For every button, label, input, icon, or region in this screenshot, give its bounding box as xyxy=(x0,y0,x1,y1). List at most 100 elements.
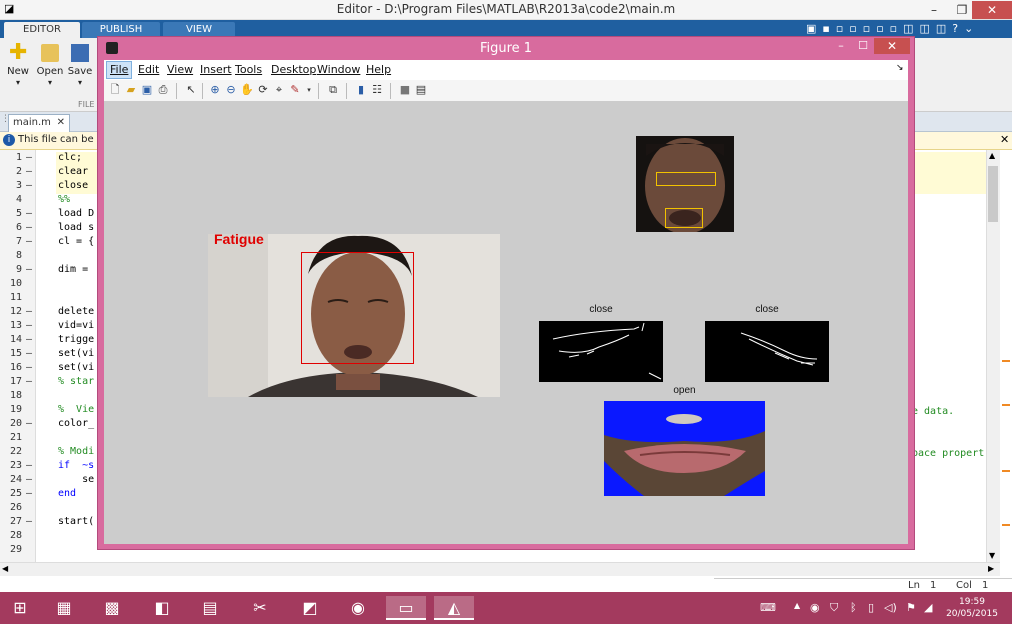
menu-window[interactable]: Window xyxy=(317,63,360,76)
close-button[interactable]: ✕ xyxy=(972,1,1012,19)
horizontal-scrollbar[interactable]: ◀ ▶ xyxy=(0,562,1000,576)
tab-close-icon[interactable]: ✕ xyxy=(57,115,65,131)
data-cursor-icon[interactable]: ⌖ xyxy=(272,83,286,97)
tab-editor[interactable]: EDITOR xyxy=(4,22,80,38)
breakpoint-marker[interactable]: – xyxy=(26,516,32,527)
code-line[interactable]: % Vie xyxy=(58,404,94,415)
code-line[interactable]: delete xyxy=(58,306,94,317)
code-line[interactable]: if ~s xyxy=(58,460,94,471)
print-icon[interactable]: ⎙ xyxy=(156,83,170,97)
code-line[interactable]: color_ xyxy=(58,418,94,429)
minimize-button[interactable]: – xyxy=(922,1,946,19)
dock-arrow-icon[interactable]: ↘ xyxy=(896,63,904,73)
show-plot-tools-icon[interactable]: ▤ xyxy=(414,83,428,97)
code-line[interactable]: load D xyxy=(58,208,94,219)
code-line[interactable]: vid=vi xyxy=(58,320,94,331)
keyboard-icon[interactable]: ⌨ xyxy=(760,601,776,614)
menu-edit[interactable]: Edit xyxy=(138,63,159,76)
breakpoint-marker[interactable]: – xyxy=(26,306,32,317)
code-line[interactable]: set(vi xyxy=(58,362,94,373)
breakpoint-marker[interactable]: – xyxy=(26,348,32,359)
hide-plot-tools-icon[interactable]: ■ xyxy=(398,83,412,97)
code-line[interactable]: start( xyxy=(58,516,94,527)
menu-view[interactable]: View xyxy=(167,63,193,76)
breakpoint-marker[interactable]: – xyxy=(26,460,32,471)
new-figure-icon[interactable]: 🗋 xyxy=(108,83,122,97)
brush-icon[interactable]: ✎ xyxy=(288,83,302,97)
colorbar-icon[interactable]: ▮ xyxy=(354,83,368,97)
code-line[interactable]: clc; xyxy=(58,152,82,163)
scroll-up-icon[interactable]: ▲ xyxy=(989,151,995,160)
breakpoint-marker[interactable]: – xyxy=(26,418,32,429)
notepad-icon[interactable]: ◩ xyxy=(290,596,330,620)
breakpoint-marker[interactable]: – xyxy=(26,208,32,219)
tray-expand-icon[interactable]: ▲ xyxy=(794,601,800,610)
save-figure-icon[interactable]: ▣ xyxy=(140,83,154,97)
battery-icon[interactable]: ▯ xyxy=(868,601,874,614)
code-line[interactable]: % star xyxy=(58,376,94,387)
menu-desktop[interactable]: Desktop xyxy=(271,63,316,76)
code-line[interactable]: trigge xyxy=(58,334,94,345)
breakpoint-marker[interactable]: – xyxy=(26,166,32,177)
code-line[interactable]: cl = { xyxy=(58,236,94,247)
bluetooth-icon[interactable]: ᛒ xyxy=(850,601,857,614)
lint-marker[interactable] xyxy=(1002,404,1010,406)
brush-dropdown-icon[interactable]: ▾ xyxy=(302,83,316,97)
vertical-scroll-thumb[interactable] xyxy=(988,166,998,222)
menu-insert[interactable]: Insert xyxy=(200,63,232,76)
code-line[interactable]: close xyxy=(58,180,88,191)
breakpoint-marker[interactable]: – xyxy=(26,264,32,275)
breakpoint-marker[interactable]: – xyxy=(26,320,32,331)
action-center-icon[interactable]: ⚑ xyxy=(906,601,916,614)
matlab-icon[interactable]: ◭ xyxy=(434,596,474,620)
sticky-notes-icon[interactable]: ◧ xyxy=(142,596,182,620)
breakpoint-marker[interactable]: – xyxy=(26,222,32,233)
open-file-icon[interactable]: ▰ xyxy=(124,83,138,97)
code-line[interactable]: load s xyxy=(58,222,94,233)
rotate-3d-icon[interactable]: ⟳ xyxy=(256,83,270,97)
pan-hand-icon[interactable]: ✋ xyxy=(240,83,254,97)
scroll-left-icon[interactable]: ◀ xyxy=(2,564,8,573)
tray-chrome-icon[interactable]: ◉ xyxy=(810,601,820,614)
menu-file[interactable]: File xyxy=(106,61,133,79)
code-line[interactable]: set(vi xyxy=(58,348,94,359)
menu-help[interactable]: Help xyxy=(366,63,391,76)
snipping-tool-icon[interactable]: ✂ xyxy=(240,596,280,620)
scroll-down-icon[interactable]: ▼ xyxy=(989,551,995,560)
lint-marker[interactable] xyxy=(1002,360,1010,362)
maximize-button[interactable]: ❐ xyxy=(950,1,974,19)
figure-close-button[interactable]: ✕ xyxy=(874,38,910,54)
chrome-icon[interactable]: ◉ xyxy=(338,596,378,620)
scroll-right-icon[interactable]: ▶ xyxy=(988,564,994,573)
code-line[interactable]: clear xyxy=(58,166,88,177)
link-plot-icon[interactable]: ⧉ xyxy=(326,83,340,97)
banner-close-icon[interactable]: ✕ xyxy=(1000,133,1009,146)
zoom-out-icon[interactable]: ⊖ xyxy=(224,83,238,97)
breakpoint-marker[interactable]: – xyxy=(26,180,32,191)
code-line[interactable]: end xyxy=(58,488,76,499)
legend-icon[interactable]: ☷ xyxy=(370,83,384,97)
breakpoint-marker[interactable]: – xyxy=(26,474,32,485)
tray-shield-icon[interactable]: ⛉ xyxy=(830,601,838,615)
open-button[interactable]: Open ▾ xyxy=(34,38,66,88)
quick-access-toolbar[interactable]: ▣▪▫▫▫▫▫◫◫◫?⌄ xyxy=(806,22,979,35)
breakpoint-marker[interactable]: – xyxy=(26,334,32,345)
code-line[interactable]: %% xyxy=(58,194,70,205)
network-signal-icon[interactable]: ◢ xyxy=(924,601,932,614)
clock[interactable]: 19:59 20/05/2015 xyxy=(940,596,1004,620)
figure-canvas[interactable]: Fatigue close close open xyxy=(104,102,908,544)
calculator-icon[interactable]: ▦ xyxy=(44,596,84,620)
save-button[interactable]: Save ▾ xyxy=(64,38,96,88)
explorer-computer-icon[interactable]: ▩ xyxy=(92,596,132,620)
breakpoint-marker[interactable]: – xyxy=(26,376,32,387)
image-viewer-icon[interactable]: ▤ xyxy=(190,596,230,620)
file-explorer-icon[interactable]: ▭ xyxy=(386,596,426,620)
code-line[interactable]: % Modi xyxy=(58,446,94,457)
document-tab-main[interactable]: main.m ✕ xyxy=(8,114,70,132)
start-windows-icon[interactable]: ⊞ xyxy=(0,596,40,620)
figure-maximize-button[interactable]: ☐ xyxy=(850,38,876,54)
breakpoint-marker[interactable]: – xyxy=(26,236,32,247)
breakpoint-marker[interactable]: – xyxy=(26,152,32,163)
zoom-in-icon[interactable]: ⊕ xyxy=(208,83,222,97)
lint-marker[interactable] xyxy=(1002,470,1010,472)
